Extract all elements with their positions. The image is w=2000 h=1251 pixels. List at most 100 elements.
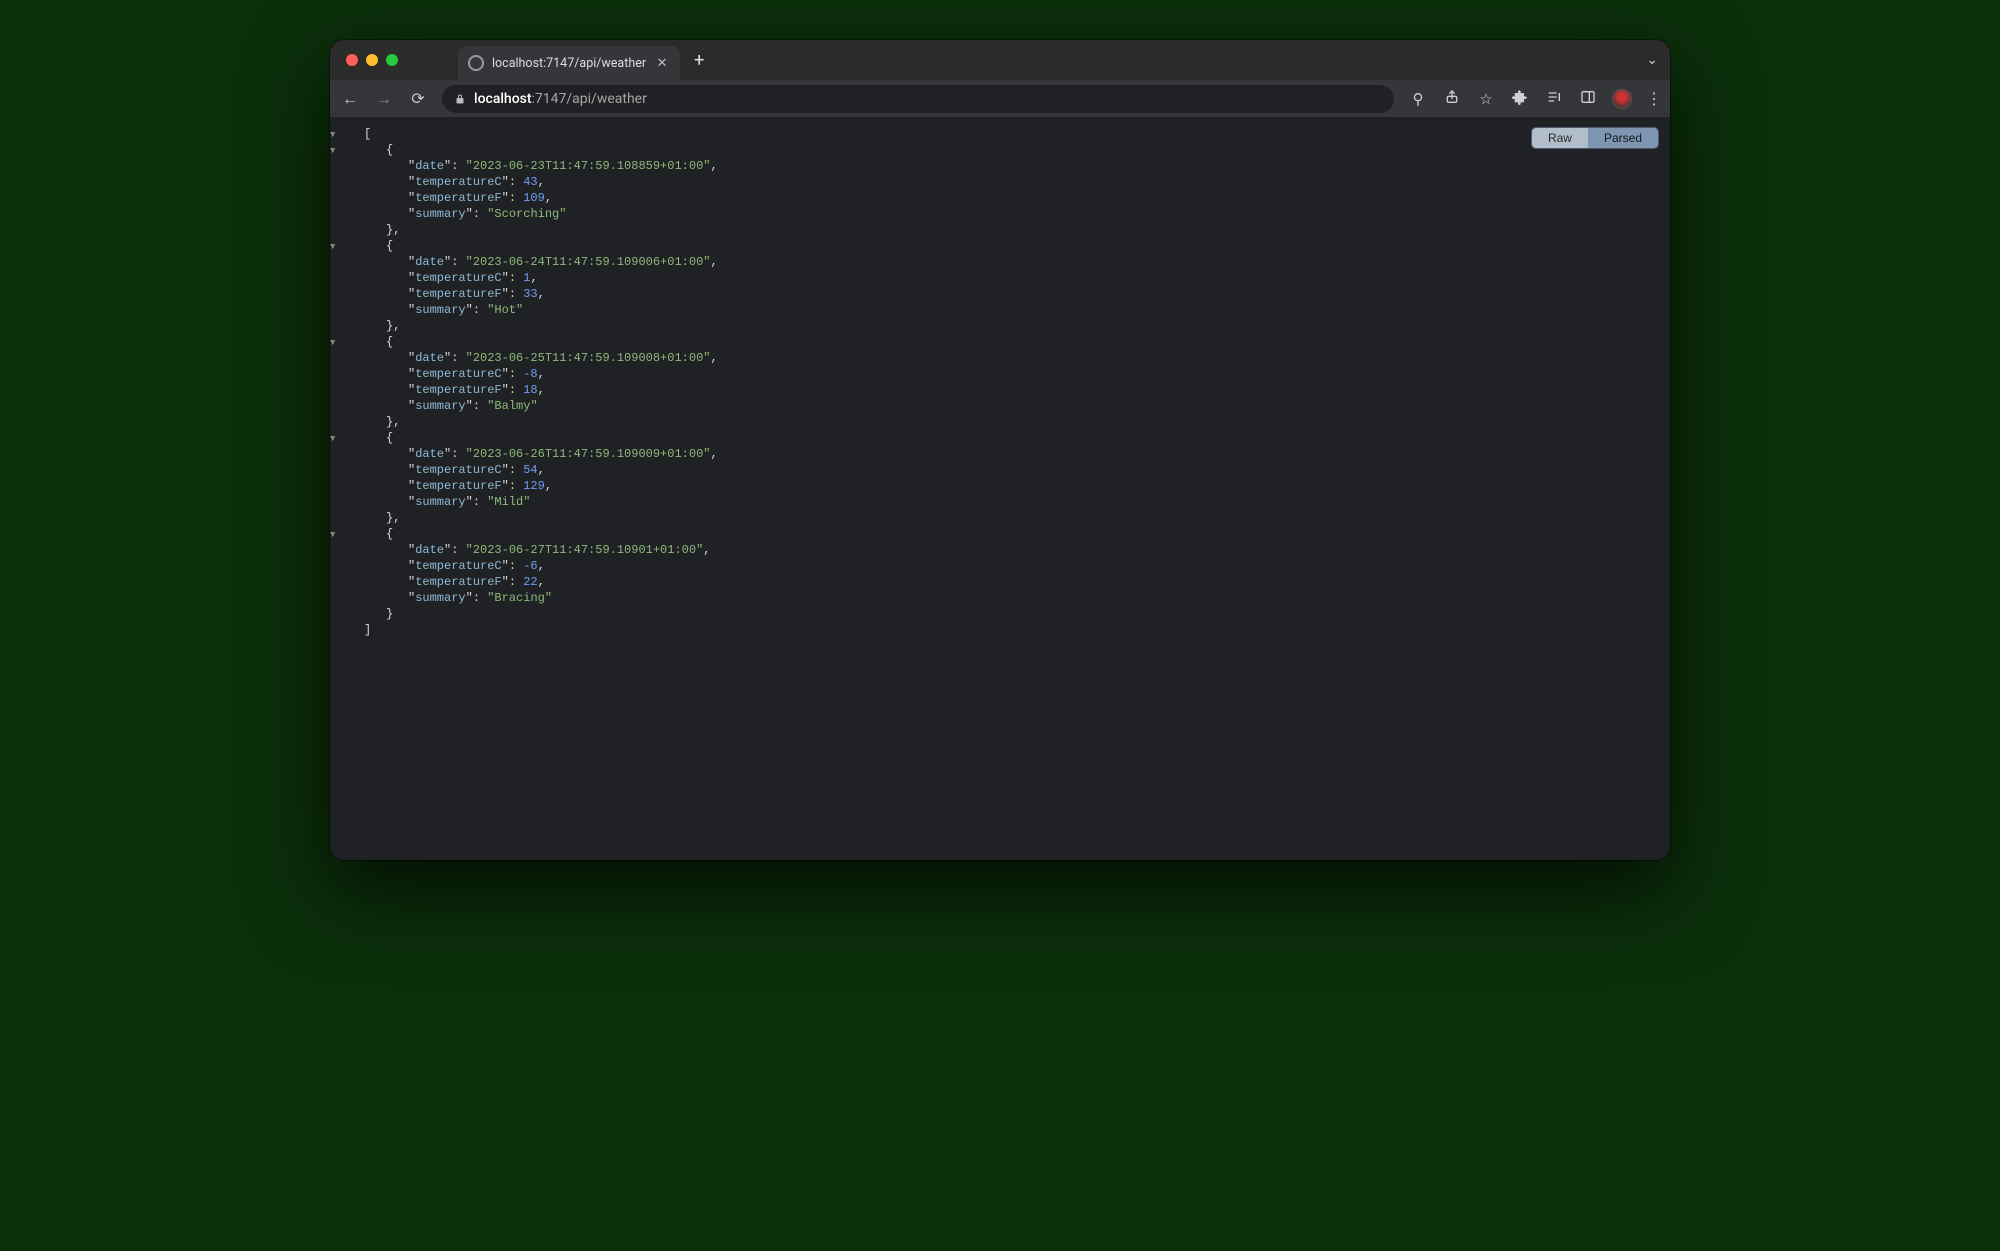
reading-list-icon[interactable]: [1544, 89, 1564, 109]
json-key: summary: [415, 399, 465, 413]
json-line: "temperatureC": 1,: [342, 270, 1662, 286]
json-line: ▼{: [342, 526, 1662, 542]
disclosure-triangle-icon[interactable]: ▼: [330, 127, 335, 143]
json-line: "date": "2023-06-23T11:47:59.108859+01:0…: [342, 158, 1662, 174]
json-number: -6: [523, 559, 537, 573]
json-key: temperatureC: [415, 367, 501, 381]
json-key: temperatureC: [415, 175, 501, 189]
nav-toolbar: ← → ⟳ localhost:7147/api/weather ⚲ ☆ ⋮: [330, 80, 1670, 118]
page-viewport: Raw Parsed ▼[▼{"date": "2023-06-23T11:47…: [330, 118, 1670, 860]
json-line: "summary": "Mild": [342, 494, 1662, 510]
json-line: "temperatureF": 129,: [342, 478, 1662, 494]
share-icon[interactable]: [1442, 89, 1462, 109]
json-key: temperatureC: [415, 559, 501, 573]
disclosure-triangle-icon[interactable]: ▼: [330, 143, 335, 159]
json-number: 109: [523, 191, 545, 205]
json-key: date: [415, 447, 444, 461]
new-tab-button[interactable]: +: [694, 50, 704, 71]
json-key: summary: [415, 591, 465, 605]
lock-icon: [454, 93, 466, 105]
address-host: localhost: [474, 91, 532, 107]
tab-title: localhost:7147/api/weather: [492, 56, 646, 71]
browser-tab[interactable]: localhost:7147/api/weather ✕: [458, 46, 680, 80]
profile-avatar[interactable]: [1612, 89, 1632, 109]
globe-icon: [468, 55, 484, 71]
bookmark-star-icon[interactable]: ☆: [1476, 90, 1496, 108]
json-line: "temperatureF": 22,: [342, 574, 1662, 590]
reload-button[interactable]: ⟳: [408, 89, 428, 108]
address-path: :7147/api/weather: [532, 91, 647, 107]
json-number: 43: [523, 175, 537, 189]
json-line: "temperatureC": -6,: [342, 558, 1662, 574]
json-string: "2023-06-24T11:47:59.109006+01:00": [466, 255, 711, 269]
json-line: "temperatureF": 18,: [342, 382, 1662, 398]
json-key: date: [415, 255, 444, 269]
disclosure-triangle-icon[interactable]: ▼: [330, 335, 335, 351]
disclosure-triangle-icon[interactable]: ▼: [330, 239, 335, 255]
json-line: }: [342, 606, 1662, 622]
browser-window: localhost:7147/api/weather ✕ + ⌄ ← → ⟳ l…: [330, 40, 1670, 860]
json-key: temperatureF: [415, 575, 501, 589]
json-string: "2023-06-26T11:47:59.109009+01:00": [466, 447, 711, 461]
json-line: },: [342, 318, 1662, 334]
json-key: summary: [415, 207, 465, 221]
json-line: "date": "2023-06-25T11:47:59.109008+01:0…: [342, 350, 1662, 366]
json-key: summary: [415, 495, 465, 509]
json-line: },: [342, 414, 1662, 430]
json-key: date: [415, 351, 444, 365]
json-line: "date": "2023-06-24T11:47:59.109006+01:0…: [342, 254, 1662, 270]
json-key: temperatureC: [415, 271, 501, 285]
disclosure-triangle-icon[interactable]: ▼: [330, 527, 335, 543]
json-key: temperatureF: [415, 191, 501, 205]
address-bar[interactable]: localhost:7147/api/weather: [442, 85, 1394, 113]
json-line: "temperatureC": 54,: [342, 462, 1662, 478]
json-line: "summary": "Scorching": [342, 206, 1662, 222]
extensions-icon[interactable]: [1510, 89, 1530, 109]
json-key: temperatureF: [415, 383, 501, 397]
json-number: 18: [523, 383, 537, 397]
json-line: "temperatureF": 33,: [342, 286, 1662, 302]
json-line: "summary": "Bracing": [342, 590, 1662, 606]
json-key: temperatureC: [415, 463, 501, 477]
json-line: },: [342, 222, 1662, 238]
zoom-window[interactable]: [386, 54, 398, 66]
json-number: 129: [523, 479, 545, 493]
json-line: ▼[: [342, 126, 1662, 142]
zoom-icon[interactable]: ⚲: [1408, 90, 1428, 108]
minimize-window[interactable]: [366, 54, 378, 66]
json-key: summary: [415, 303, 465, 317]
json-line: "summary": "Balmy": [342, 398, 1662, 414]
json-line: },: [342, 510, 1662, 526]
json-line: "temperatureC": 43,: [342, 174, 1662, 190]
json-line: "date": "2023-06-26T11:47:59.109009+01:0…: [342, 446, 1662, 462]
json-string: "Bracing": [487, 591, 552, 605]
browser-menu-icon[interactable]: ⋮: [1646, 89, 1660, 108]
json-string: "Scorching": [487, 207, 566, 221]
json-line: "temperatureC": -8,: [342, 366, 1662, 382]
json-line: ▼{: [342, 238, 1662, 254]
json-string: "2023-06-25T11:47:59.109008+01:00": [466, 351, 711, 365]
json-number: 22: [523, 575, 537, 589]
json-viewer: ▼[▼{"date": "2023-06-23T11:47:59.108859+…: [342, 126, 1662, 638]
traffic-lights: [346, 54, 398, 66]
json-line: ▼{: [342, 430, 1662, 446]
json-key: temperatureF: [415, 479, 501, 493]
close-window[interactable]: [346, 54, 358, 66]
forward-button[interactable]: →: [374, 89, 394, 109]
tab-close-icon[interactable]: ✕: [654, 56, 670, 71]
json-line: "summary": "Hot": [342, 302, 1662, 318]
window-titlebar: localhost:7147/api/weather ✕ + ⌄: [330, 40, 1670, 80]
json-line: ▼{: [342, 142, 1662, 158]
tabs-overflow-icon[interactable]: ⌄: [1646, 52, 1658, 68]
json-line: ▼{: [342, 334, 1662, 350]
json-line: ]: [342, 622, 1662, 638]
json-key: date: [415, 159, 444, 173]
json-string: "2023-06-23T11:47:59.108859+01:00": [466, 159, 711, 173]
back-button[interactable]: ←: [340, 89, 360, 109]
disclosure-triangle-icon[interactable]: ▼: [330, 431, 335, 447]
json-number: -8: [523, 367, 537, 381]
json-string: "Balmy": [487, 399, 537, 413]
json-number: 54: [523, 463, 537, 477]
json-string: "Hot": [487, 303, 523, 317]
side-panel-icon[interactable]: [1578, 89, 1598, 109]
